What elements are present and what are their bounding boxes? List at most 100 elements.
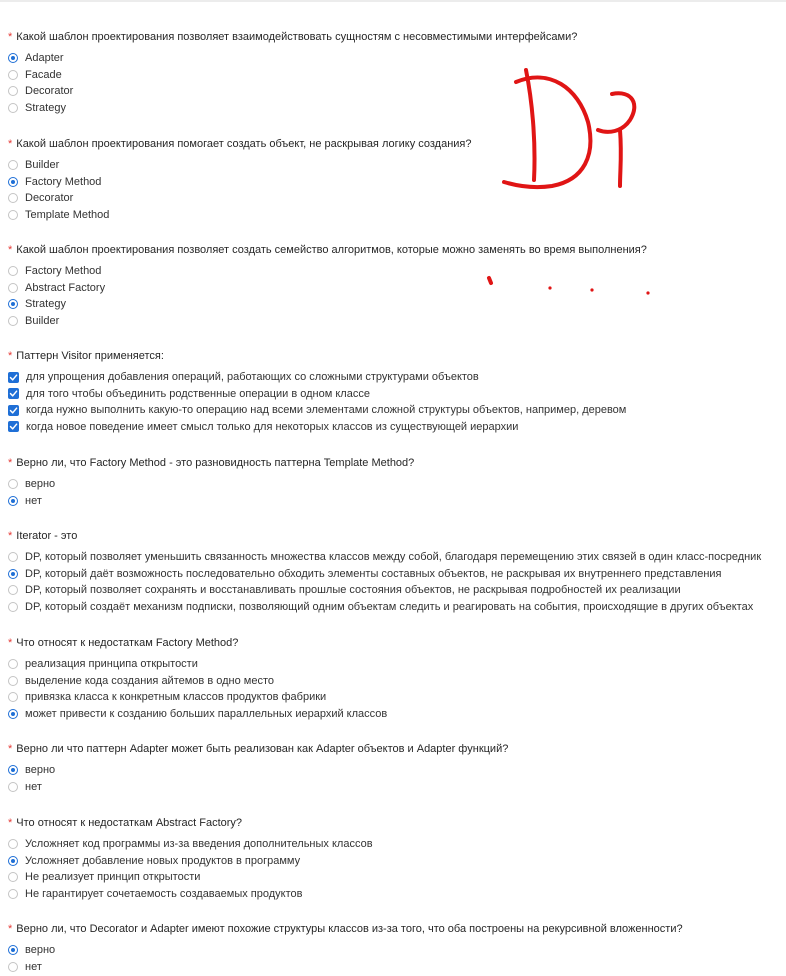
radio[interactable] bbox=[8, 160, 18, 171]
option-row[interactable]: для упрощения добавления операций, работ… bbox=[8, 369, 626, 386]
option-row[interactable]: Усложняет код программы из-за введения д… bbox=[8, 836, 373, 853]
required-asterisk: * bbox=[8, 923, 13, 935]
option-label: DP, который даёт возможность последовате… bbox=[25, 567, 722, 580]
option-row[interactable]: верно bbox=[8, 476, 414, 493]
checkbox-checked[interactable] bbox=[8, 421, 19, 433]
option-row[interactable]: нет bbox=[8, 779, 508, 796]
question-title: * Что относят к недостаткам Factory Metho… bbox=[8, 636, 387, 650]
radio-selected[interactable] bbox=[8, 495, 18, 506]
radio-selected[interactable] bbox=[8, 299, 18, 310]
option-row[interactable]: Builder bbox=[8, 157, 472, 174]
radio[interactable] bbox=[8, 781, 18, 792]
handwritten-dp-annotation bbox=[487, 68, 650, 295]
radio[interactable] bbox=[8, 266, 18, 277]
radio[interactable] bbox=[8, 552, 18, 563]
option-label: нет bbox=[25, 494, 42, 507]
question-title: * Верно ли, что Factory Method - это разн… bbox=[8, 456, 414, 470]
option-label: DP, который позволяет уменьшить связанно… bbox=[25, 551, 762, 564]
required-asterisk: * bbox=[8, 743, 13, 755]
option-row[interactable]: для того чтобы объединить родственные оп… bbox=[8, 386, 626, 403]
radio[interactable] bbox=[8, 659, 18, 670]
option-row[interactable]: выделение кода создания айтемов в одно м… bbox=[8, 673, 387, 690]
option-row[interactable]: DP, который даёт возможность последовате… bbox=[8, 566, 761, 583]
radio[interactable] bbox=[8, 479, 18, 490]
option-label: для упрощения добавления операций, работ… bbox=[26, 371, 479, 384]
option-label: Не гарантирует сочетаемость создаваемых … bbox=[25, 887, 303, 900]
question-6: * Iterator - это DP, который позволяет уме… bbox=[8, 529, 761, 615]
radio[interactable] bbox=[8, 601, 18, 612]
option-row[interactable]: Factory Method bbox=[8, 174, 472, 191]
option-label: выделение кода создания айтемов в одно м… bbox=[25, 674, 274, 687]
radio-selected[interactable] bbox=[8, 855, 18, 866]
option-label: когда нужно выполнить какую-то операцию … bbox=[26, 404, 627, 417]
option-label: DP, который создаёт механизм подписки, п… bbox=[25, 600, 754, 613]
radio[interactable] bbox=[8, 69, 18, 80]
option-row[interactable]: верно bbox=[8, 942, 683, 959]
radio[interactable] bbox=[8, 315, 18, 326]
question-text: Что относят к недостаткам Abstract Facto… bbox=[16, 817, 243, 829]
option-row[interactable]: Не гарантирует сочетаемость создаваемых … bbox=[8, 886, 373, 903]
option-label: нет bbox=[25, 780, 42, 793]
option-label: реализация принципа открытости bbox=[25, 658, 198, 671]
option-row[interactable]: когда новое поведение имеет смысл только… bbox=[8, 419, 626, 436]
option-row[interactable]: верно bbox=[8, 762, 508, 779]
option-row[interactable]: Не реализует принцип открытости bbox=[8, 869, 373, 886]
radio[interactable] bbox=[8, 839, 18, 850]
radio-selected[interactable] bbox=[8, 53, 18, 64]
radio[interactable] bbox=[8, 102, 18, 113]
option-row[interactable]: нет bbox=[8, 493, 414, 510]
required-asterisk: * bbox=[8, 530, 13, 542]
option-row[interactable]: Усложняет добавление новых продуктов в п… bbox=[8, 853, 373, 870]
radio[interactable] bbox=[8, 872, 18, 883]
checkbox-checked[interactable] bbox=[8, 371, 19, 383]
radio[interactable] bbox=[8, 888, 18, 899]
checkbox-checked[interactable] bbox=[8, 404, 19, 416]
option-label: Facade bbox=[25, 68, 62, 81]
option-label: DP, который позволяет сохранять и восста… bbox=[25, 584, 681, 597]
radio-selected[interactable] bbox=[8, 708, 18, 719]
radio-selected[interactable] bbox=[8, 568, 18, 579]
question-text: Верно ли, что Decorator и Adapter имеют … bbox=[16, 923, 683, 935]
option-label: может привести к созданию больших паралл… bbox=[25, 707, 388, 720]
question-text: Iterator - это bbox=[16, 530, 78, 542]
required-asterisk: * bbox=[8, 31, 13, 43]
option-row[interactable]: нет bbox=[8, 959, 683, 976]
option-row[interactable]: Builder bbox=[8, 313, 647, 330]
radio-selected[interactable] bbox=[8, 765, 18, 776]
question-7: * Что относят к недостаткам Factory Metho… bbox=[8, 636, 387, 722]
question-title: * Верно ли, что Decorator и Adapter имеют… bbox=[8, 922, 683, 936]
question-text: Верно ли, что Factory Method - это разно… bbox=[16, 457, 415, 469]
radio[interactable] bbox=[8, 585, 18, 596]
question-2: * Какой шаблон проектирования помогает со… bbox=[8, 137, 472, 223]
radio[interactable] bbox=[8, 282, 18, 293]
question-text: Верно ли что паттерн Adapter может быть … bbox=[16, 743, 509, 755]
option-row[interactable]: привязка класса к конкретным классов про… bbox=[8, 689, 387, 706]
option-label: Template Method bbox=[25, 208, 110, 221]
radio[interactable] bbox=[8, 86, 18, 97]
question-text: Паттерн Visitor применяется: bbox=[16, 350, 164, 362]
question-title: * Какой шаблон проектирования помогает со… bbox=[8, 137, 472, 151]
radio[interactable] bbox=[8, 209, 18, 220]
option-row[interactable]: реализация принципа открытости bbox=[8, 656, 387, 673]
required-asterisk: * bbox=[8, 457, 13, 469]
option-row[interactable]: Decorator bbox=[8, 190, 472, 207]
radio[interactable] bbox=[8, 961, 18, 972]
option-row[interactable]: DP, который позволяет сохранять и восста… bbox=[8, 582, 761, 599]
question-text: Какой шаблон проектирования помогает соз… bbox=[16, 138, 472, 150]
radio[interactable] bbox=[8, 692, 18, 703]
radio-selected[interactable] bbox=[8, 945, 18, 956]
question-9: * Что относят к недостаткам Abstract Fact… bbox=[8, 816, 373, 902]
option-label: Factory Method bbox=[25, 175, 102, 188]
radio-selected[interactable] bbox=[8, 176, 18, 187]
radio[interactable] bbox=[8, 675, 18, 686]
required-asterisk: * bbox=[8, 817, 13, 829]
checkbox-checked[interactable] bbox=[8, 388, 19, 400]
option-row[interactable]: DP, который позволяет уменьшить связанно… bbox=[8, 549, 761, 566]
question-title: * Паттерн Visitor применяется: bbox=[8, 349, 626, 363]
option-row[interactable]: Template Method bbox=[8, 207, 472, 224]
option-row[interactable]: DP, который создаёт механизм подписки, п… bbox=[8, 599, 761, 616]
option-label: нет bbox=[25, 960, 42, 973]
option-row[interactable]: когда нужно выполнить какую-то операцию … bbox=[8, 402, 626, 419]
radio[interactable] bbox=[8, 193, 18, 204]
option-row[interactable]: может привести к созданию больших паралл… bbox=[8, 706, 387, 723]
